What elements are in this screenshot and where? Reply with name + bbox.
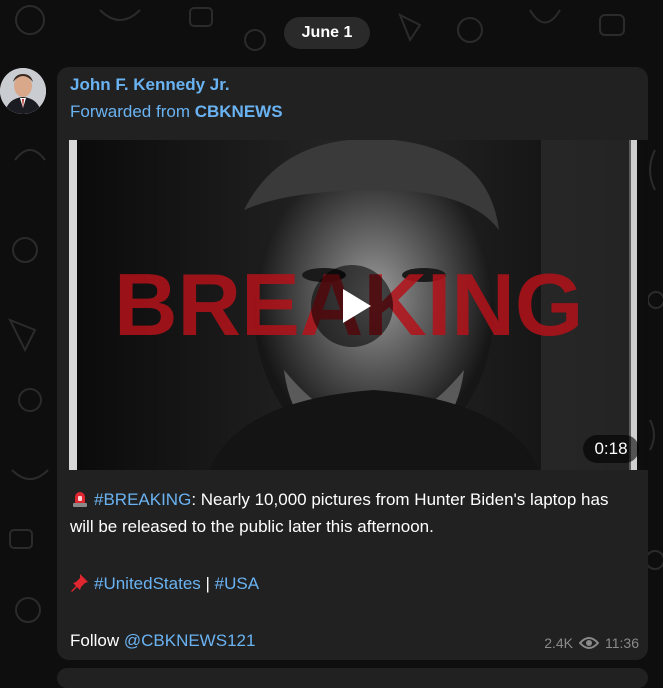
eye-icon	[579, 637, 599, 649]
view-count: 2.4K	[544, 635, 573, 651]
pushpin-emoji	[71, 574, 88, 592]
play-button[interactable]	[311, 265, 393, 347]
message-time: 11:36	[605, 635, 639, 651]
hashtag-unitedstates[interactable]: #UnitedStates	[94, 574, 201, 593]
forwarded-from: Forwarded from CBKNEWS	[70, 102, 283, 122]
tag-separator: |	[200, 574, 215, 593]
follow-line: Follow @CBKNEWS121	[70, 627, 255, 654]
police-light-emoji	[73, 492, 87, 507]
play-icon	[343, 289, 371, 323]
date-separator: June 1	[284, 17, 370, 49]
next-message-bubble	[57, 668, 648, 688]
avatar-image	[0, 68, 46, 114]
forwarded-prefix: Forwarded from	[70, 102, 190, 121]
message-text: #BREAKING: Nearly 10,000 pictures from H…	[70, 486, 635, 540]
hashtag-usa[interactable]: #USA	[215, 574, 259, 593]
avatar[interactable]	[0, 68, 46, 114]
follow-handle-link[interactable]: @CBKNEWS121	[124, 631, 256, 650]
forwarded-source-link[interactable]: CBKNEWS	[195, 102, 283, 121]
tags-line: #UnitedStates | #USA	[70, 570, 259, 597]
hashtag-breaking[interactable]: #BREAKING	[94, 490, 191, 509]
video-duration: 0:18	[583, 435, 639, 463]
follow-prefix: Follow	[70, 631, 124, 650]
message-meta: 2.4K 11:36	[544, 635, 639, 651]
sender-name[interactable]: John F. Kennedy Jr.	[70, 75, 230, 95]
